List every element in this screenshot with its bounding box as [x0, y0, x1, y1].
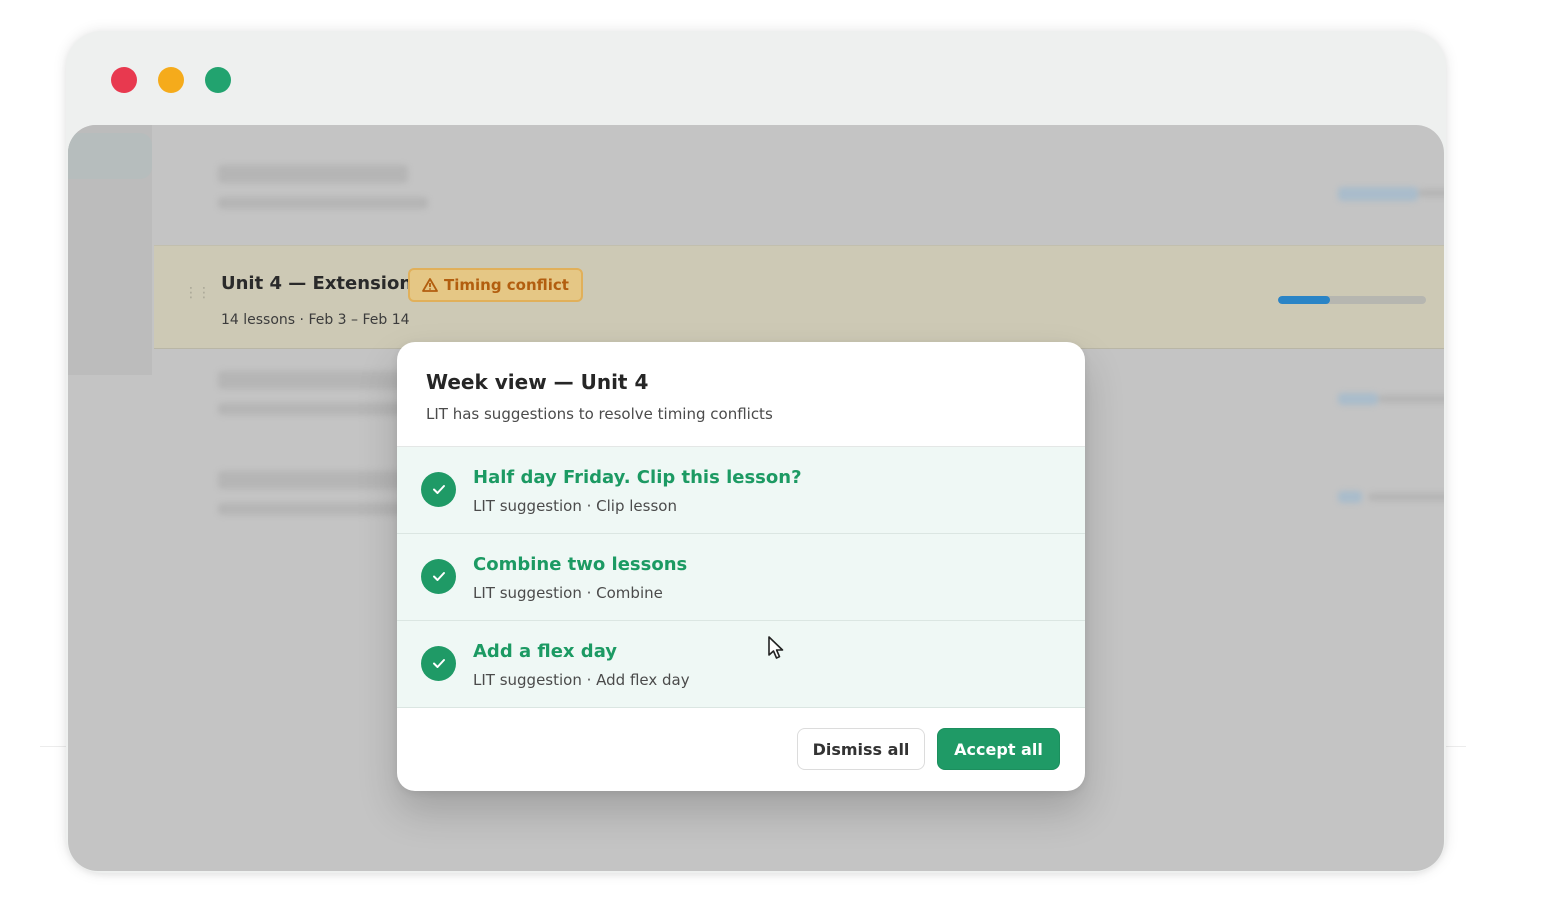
drag-handle-icon[interactable]: ⋮⋮ [184, 286, 211, 300]
suggestion-title: Combine two lessons [473, 554, 688, 575]
suggestion-meta: LIT suggestion · Add flex day [473, 671, 690, 689]
suggestion-meta: LIT suggestion · Clip lesson [473, 497, 677, 515]
unit-meta: 14 lessons · Feb 3 – Feb 14 [221, 312, 410, 328]
modal-subtitle: LIT has suggestions to resolve timing co… [426, 405, 773, 423]
suggestion-item-clip-lesson[interactable]: Half day Friday. Clip this lesson? LIT s… [397, 447, 1085, 534]
badge-label: Timing conflict [444, 276, 569, 294]
unit-title: Unit 4 — Extension [221, 273, 413, 294]
sidebar [68, 125, 152, 375]
dismiss-all-button[interactable]: Dismiss all [797, 728, 925, 770]
suggestion-item-combine[interactable]: Combine two lessons LIT suggestion · Com… [397, 534, 1085, 621]
timing-conflict-badge[interactable]: Timing conflict [408, 268, 583, 302]
title-bar [66, 31, 1446, 125]
check-icon[interactable] [421, 559, 456, 594]
unit-progress-fill [1278, 296, 1330, 304]
minimize-window-button[interactable] [158, 67, 184, 93]
warning-triangle-icon [422, 278, 438, 292]
week-view-modal: Week view — Unit 4 LIT has suggestions t… [397, 342, 1085, 791]
sidebar-active-item[interactable] [68, 133, 152, 179]
unit-progress-bar [1278, 296, 1426, 304]
modal-footer: Dismiss all Accept all [397, 708, 1085, 790]
modal-title: Week view — Unit 4 [426, 370, 649, 394]
close-window-button[interactable] [111, 67, 137, 93]
check-icon[interactable] [421, 472, 456, 507]
suggestion-meta: LIT suggestion · Combine [473, 584, 663, 602]
modal-header: Week view — Unit 4 LIT has suggestions t… [397, 342, 1085, 447]
suggestion-title: Half day Friday. Clip this lesson? [473, 467, 802, 488]
mouse-cursor-icon [768, 636, 784, 659]
suggestion-title: Add a flex day [473, 641, 618, 662]
unit-row-highlighted[interactable]: ⋮⋮ Unit 4 — Extension Timing conflict 14… [154, 245, 1444, 349]
check-icon[interactable] [421, 646, 456, 681]
accept-all-button[interactable]: Accept all [937, 728, 1060, 770]
suggestion-item-flex-day[interactable]: Add a flex day LIT suggestion · Add flex… [397, 621, 1085, 708]
maximize-window-button[interactable] [205, 67, 231, 93]
